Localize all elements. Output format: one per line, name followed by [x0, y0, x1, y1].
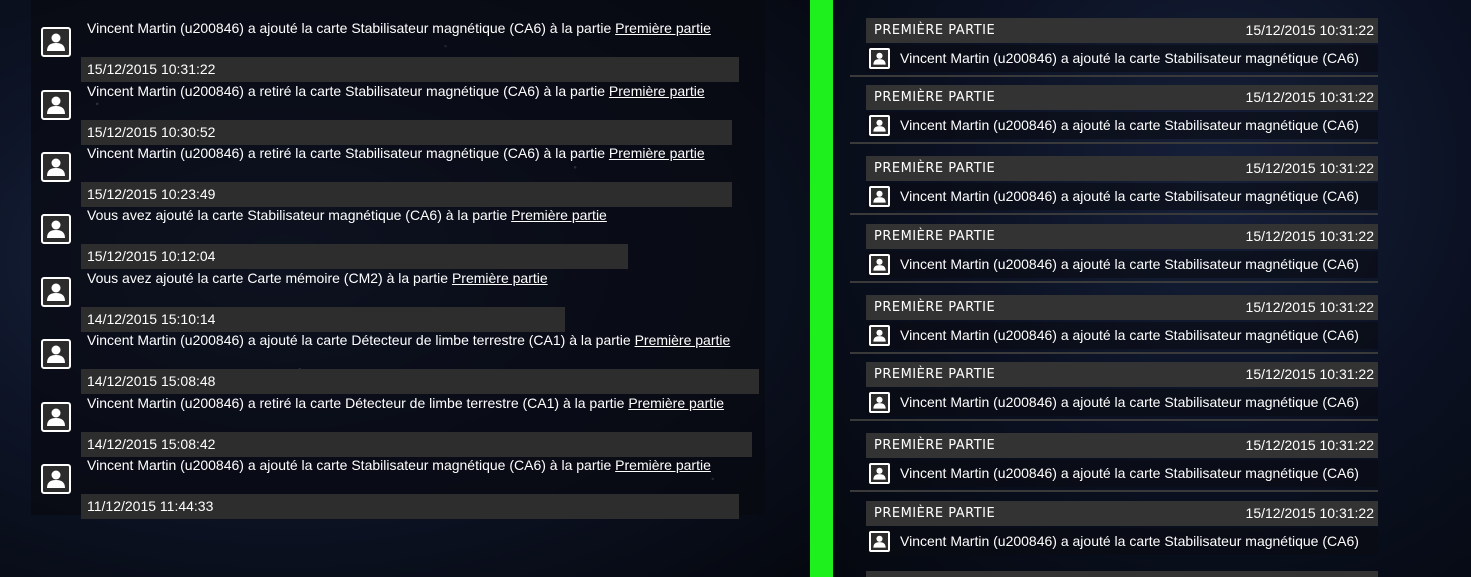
- activity-message: Vincent Martin (u200846) a retiré la car…: [81, 140, 711, 165]
- user-avatar-icon: [869, 463, 890, 484]
- user-avatar-icon: [41, 402, 71, 432]
- activity-text: Vincent Martin (u200846) a retiré la car…: [87, 395, 629, 411]
- activity-text: Vincent Martin (u200846) a ajouté la car…: [87, 457, 616, 473]
- card-divider: [850, 419, 1378, 421]
- activity-text: Vincent Martin (u200846) a ajouté la car…: [87, 332, 635, 348]
- card-message: Vincent Martin (u200846) a ajouté la car…: [900, 188, 1359, 204]
- card-header: PREMIÈRE PARTIE 15/12/2015 10:31:22: [866, 362, 1378, 387]
- card-game-title: PREMIÈRE PARTIE: [874, 161, 996, 176]
- user-avatar-icon: [869, 48, 890, 69]
- card-game-title: PREMIÈRE PARTIE: [874, 300, 996, 315]
- user-avatar-icon: [41, 277, 71, 307]
- card-date: 15/12/2015 10:31:22: [1245, 89, 1374, 105]
- notification-card[interactable]: PREMIÈRE PARTIE 15/12/2015 10:31:22 Vince…: [866, 501, 1378, 569]
- activity-text: Vincent Martin (u200846) a retiré la car…: [87, 83, 609, 99]
- card-message: Vincent Martin (u200846) a ajouté la car…: [900, 50, 1359, 66]
- activity-feed: Vincent Martin (u200846) a ajouté la car…: [31, 0, 765, 519]
- card-body: Vincent Martin (u200846) a ajouté la car…: [866, 460, 1378, 487]
- card-divider: [850, 490, 1378, 492]
- card-date: 15/12/2015 10:31:22: [1245, 299, 1374, 315]
- card-body: Vincent Martin (u200846) a ajouté la car…: [866, 251, 1378, 278]
- card-divider: [850, 142, 1378, 144]
- user-avatar-icon: [869, 392, 890, 413]
- notification-card[interactable]: PREMIÈRE PARTIE 15/12/2015 10:31:22 Vince…: [850, 433, 1378, 501]
- card-date: 15/12/2015 10:31:22: [1245, 22, 1374, 38]
- card-game-title: PREMIÈRE PARTIE: [874, 438, 996, 453]
- card-message: Vincent Martin (u200846) a ajouté la car…: [900, 256, 1359, 272]
- green-divider: [810, 0, 833, 577]
- card-date: 15/12/2015 10:31:22: [1245, 505, 1374, 521]
- notification-card[interactable]: PREMIÈRE PARTIE 15/12/2015 10:31:22 Vince…: [850, 295, 1378, 363]
- card-body: Vincent Martin (u200846) a ajouté la car…: [866, 45, 1378, 72]
- game-link[interactable]: Première partie: [511, 207, 607, 223]
- card-game-title: PREMIÈRE PARTIE: [874, 367, 996, 382]
- card-header: PREMIÈRE PARTIE 15/12/2015 10:31:22: [866, 501, 1378, 526]
- game-link[interactable]: Première partie: [615, 457, 711, 473]
- user-avatar-icon: [41, 339, 71, 369]
- activity-text: Vincent Martin (u200846) a retiré la car…: [87, 145, 609, 161]
- card-date: 15/12/2015 10:31:22: [1245, 228, 1374, 244]
- activity-message: Vincent Martin (u200846) a retiré la car…: [81, 78, 711, 103]
- card-game-title: PREMIÈRE PARTIE: [874, 23, 996, 38]
- user-avatar-icon: [869, 115, 890, 136]
- activity-date: 11/12/2015 11:44:33: [81, 494, 739, 519]
- card-game-title: PREMIÈRE PARTIE: [874, 506, 996, 521]
- card-message: Vincent Martin (u200846) a ajouté la car…: [900, 327, 1359, 343]
- card-message: Vincent Martin (u200846) a ajouté la car…: [900, 117, 1359, 133]
- activity-message: Vous avez ajouté la carte Stabilisateur …: [81, 202, 613, 227]
- activity-message: Vincent Martin (u200846) a ajouté la car…: [81, 327, 736, 352]
- activity-text: Vous avez ajouté la carte Carte mémoire …: [87, 270, 452, 286]
- card-header: PREMIÈRE PARTIE 15/12/2015 10:31:22: [866, 85, 1378, 110]
- card-message: Vincent Martin (u200846) a ajouté la car…: [900, 394, 1359, 410]
- card-header: PREMIÈRE PARTIE 15/12/2015 10:31:22: [866, 156, 1378, 181]
- activity-message: Vincent Martin (u200846) a ajouté la car…: [81, 452, 717, 477]
- game-link[interactable]: Première partie: [628, 395, 724, 411]
- card-body: Vincent Martin (u200846) a ajouté la car…: [866, 183, 1378, 210]
- card-message: Vincent Martin (u200846) a ajouté la car…: [900, 533, 1359, 549]
- card-header: PREMIÈRE PARTIE 15/12/2015 10:31:22: [866, 18, 1378, 43]
- card-divider: [850, 213, 1378, 215]
- game-link[interactable]: Première partie: [615, 20, 711, 36]
- user-avatar-icon: [41, 152, 71, 182]
- notification-card[interactable]: PREMIÈRE PARTIE 15/12/2015 10:31:22 Vince…: [850, 156, 1378, 224]
- card-divider: [850, 352, 1378, 354]
- card-divider: [850, 75, 1378, 77]
- notification-card[interactable]: PREMIÈRE PARTIE 15/12/2015 10:31:22 Vince…: [850, 85, 1378, 153]
- card-divider: [850, 281, 1378, 283]
- user-avatar-icon: [869, 186, 890, 207]
- notification-card[interactable]: PREMIÈRE PARTIE 15/12/2015 10:31:22 Vince…: [850, 18, 1378, 86]
- game-link[interactable]: Première partie: [609, 145, 705, 161]
- card-body: Vincent Martin (u200846) a ajouté la car…: [866, 528, 1378, 555]
- notification-card[interactable]: PREMIÈRE PARTIE 15/12/2015 10:31:22 Vince…: [850, 362, 1378, 430]
- card-body: Vincent Martin (u200846) a ajouté la car…: [866, 389, 1378, 416]
- card-game-title: PREMIÈRE PARTIE: [874, 229, 996, 244]
- activity-message: Vincent Martin (u200846) a ajouté la car…: [81, 15, 717, 40]
- card-message: Vincent Martin (u200846) a ajouté la car…: [900, 465, 1359, 481]
- card-header: PREMIÈRE PARTIE 15/12/2015 10:31:22: [866, 224, 1378, 249]
- activity-text: Vous avez ajouté la carte Stabilisateur …: [87, 207, 512, 223]
- user-avatar-icon: [41, 90, 71, 120]
- game-link[interactable]: Première partie: [635, 332, 731, 348]
- user-avatar-icon: [869, 254, 890, 275]
- card-header: PREMIÈRE PARTIE 15/12/2015 10:31:22: [866, 295, 1378, 320]
- activity-text: Vincent Martin (u200846) a ajouté la car…: [87, 20, 616, 36]
- card-date: 15/12/2015 10:31:22: [1245, 160, 1374, 176]
- notification-card[interactable]: PREMIÈRE PARTIE 15/12/2015 10:31:22 Vince…: [850, 224, 1378, 292]
- card-body: Vincent Martin (u200846) a ajouté la car…: [866, 112, 1378, 139]
- card-date: 15/12/2015 10:31:22: [1245, 366, 1374, 382]
- user-avatar-icon: [41, 27, 71, 57]
- activity-message: Vincent Martin (u200846) a retiré la car…: [81, 390, 730, 415]
- card-game-title: PREMIÈRE PARTIE: [874, 90, 996, 105]
- user-avatar-icon: [41, 464, 71, 494]
- card-date: 15/12/2015 10:31:22: [1245, 437, 1374, 453]
- user-avatar-icon: [41, 214, 71, 244]
- user-avatar-icon: [869, 325, 890, 346]
- game-link[interactable]: Première partie: [452, 270, 548, 286]
- card-body: Vincent Martin (u200846) a ajouté la car…: [866, 322, 1378, 349]
- card-header: PREMIÈRE PARTIE 15/12/2015 10:31:22: [866, 433, 1378, 458]
- activity-message: Vous avez ajouté la carte Carte mémoire …: [81, 265, 554, 290]
- game-link[interactable]: Première partie: [609, 83, 705, 99]
- user-avatar-icon: [869, 531, 890, 552]
- next-card-header-partial: [866, 571, 1378, 577]
